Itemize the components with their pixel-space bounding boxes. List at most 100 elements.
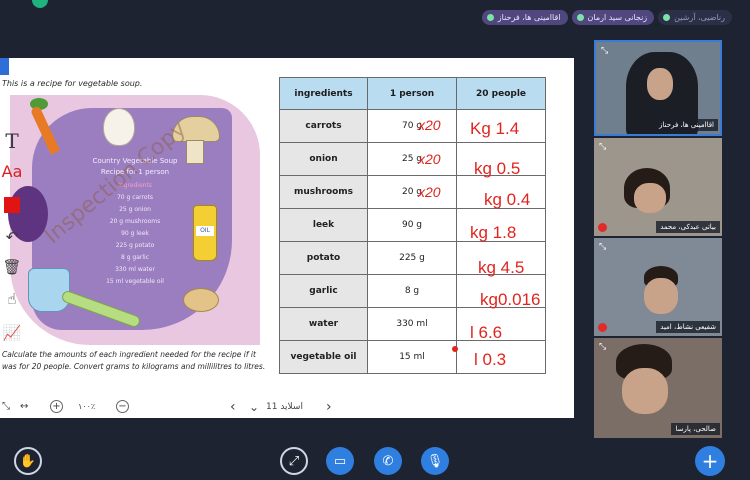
- zoom-level: ۱۰۰٪: [78, 402, 96, 411]
- ingredient-cell: leek: [279, 208, 368, 242]
- slide-dropdown-icon[interactable]: ⌄: [249, 398, 259, 416]
- ink-answer: kg0.016: [480, 290, 541, 309]
- participant-face: [644, 278, 678, 314]
- zoom-out-icon[interactable]: −: [116, 400, 129, 413]
- water-jug-illustration: [28, 268, 70, 312]
- participant-name: شفیعی نشاط، امید: [656, 321, 720, 333]
- red-color-swatch-icon: [4, 197, 20, 213]
- oil-bottle-label: OIL: [196, 226, 214, 236]
- video-tile[interactable]: ⤡ اقاامینی ها، فرحناز: [594, 40, 722, 136]
- participant-chip-name: اقاامینی ها، فرحناز: [497, 13, 561, 22]
- chart-icon[interactable]: 📈: [0, 320, 24, 346]
- slide-intro: This is a recipe for vegetable soup.: [2, 79, 143, 88]
- poster-line: 15 ml vegetable oil: [106, 278, 164, 285]
- participant-chip-name: زنجانی سید ارمان: [587, 13, 648, 22]
- undo-icon[interactable]: ↶: [0, 224, 24, 250]
- font-tool-icon[interactable]: Aa: [0, 158, 24, 184]
- participant-chip[interactable]: اقاامینی ها، فرحناز: [481, 10, 568, 25]
- previous-slide-button[interactable]: ‹: [230, 398, 236, 416]
- per-person-cell: 90 g: [367, 208, 457, 242]
- expand-video-icon[interactable]: ⤡: [599, 242, 609, 252]
- expand-video-icon[interactable]: ⤡: [601, 46, 611, 56]
- mic-off-icon: [598, 223, 607, 232]
- add-button[interactable]: +: [695, 446, 725, 476]
- ink-answer: kg 1.8: [470, 223, 517, 242]
- table-header-row: ingredients 1 person 20 people: [279, 77, 546, 110]
- ink-dot: [452, 346, 458, 352]
- video-tile[interactable]: ⤡ شفیعی نشاط، امید: [594, 238, 722, 336]
- table-header: ingredients: [279, 77, 368, 110]
- per-person-cell: 15 ml: [367, 340, 457, 374]
- phone-button[interactable]: ✆: [374, 447, 402, 475]
- potato-illustration: [183, 288, 219, 312]
- ingredient-cell: vegetable oil: [279, 340, 368, 374]
- ingredient-cell: garlic: [279, 274, 368, 308]
- poster-line: 8 g garlic: [120, 254, 150, 261]
- participant-name: صالحی، پارسا: [671, 423, 720, 435]
- expand-video-icon[interactable]: ⤡: [599, 342, 609, 352]
- text-tool-icon[interactable]: T: [0, 128, 24, 154]
- poster-line: 20 g mushrooms: [109, 218, 161, 225]
- expand-icon[interactable]: ⤡: [2, 398, 10, 416]
- slide-number-label[interactable]: اسلاید 11: [266, 398, 303, 416]
- video-tile[interactable]: ⤡ بیاتی عبدکی، محمد: [594, 138, 722, 236]
- screen-share-button[interactable]: ⤢: [280, 447, 308, 475]
- mic-icon: [663, 14, 671, 21]
- participant-face: [647, 68, 673, 100]
- trash-icon[interactable]: 🗑: [0, 254, 24, 280]
- app-window: اقاامینی ها، فرحناز زنجانی سید ارمان رنا…: [0, 0, 750, 480]
- status-dot: [32, 0, 48, 8]
- ingredient-cell: onion: [279, 142, 368, 176]
- ingredient-cell: mushrooms: [279, 175, 368, 209]
- per-person-cell: 70 g: [367, 109, 457, 143]
- pointer-hand-icon[interactable]: ☝: [0, 286, 24, 312]
- slide-side-tab[interactable]: [0, 58, 9, 75]
- per-person-cell: 20 g: [367, 175, 457, 209]
- participant-name: بیاتی عبدکی، محمد: [656, 221, 720, 233]
- participant-face: [634, 183, 666, 213]
- ink-multiplier: x20: [418, 117, 441, 133]
- ink-answer: kg 0.4: [484, 190, 531, 209]
- ink-answer: Kg 1.4: [470, 119, 520, 138]
- microphone-button[interactable]: 🎙: [421, 447, 449, 475]
- table-header: 20 people: [456, 77, 546, 110]
- table-header: 1 person: [367, 77, 457, 110]
- poster-line: 225 g potato: [115, 242, 155, 249]
- per-person-cell: 8 g: [367, 274, 457, 308]
- ingredient-cell: water: [279, 307, 368, 341]
- ingredient-cell: potato: [279, 241, 368, 275]
- camera-button[interactable]: ▭: [326, 447, 354, 475]
- video-tile[interactable]: ⤡ صالحی، پارسا: [594, 338, 722, 438]
- onion-illustration: [103, 108, 135, 146]
- next-slide-button[interactable]: ›: [326, 398, 332, 416]
- ink-answer: kg 0.5: [474, 159, 521, 178]
- per-person-cell: 25 g: [367, 142, 457, 176]
- raise-hand-button[interactable]: ✋: [14, 447, 42, 475]
- ink-multiplier: x20: [418, 151, 441, 167]
- ink-multiplier: x20: [418, 184, 441, 200]
- participant-face: [622, 368, 668, 414]
- ink-answer: l 0.3: [474, 350, 507, 369]
- poster-line: 330 ml water: [115, 266, 155, 273]
- task-instructions: Calculate the amounts of each ingredient…: [2, 350, 266, 371]
- color-picker-button[interactable]: [0, 192, 24, 218]
- per-person-cell: 225 g: [367, 241, 457, 275]
- mic-icon: [486, 14, 494, 21]
- ink-answer: l 6.6: [470, 323, 503, 342]
- top-bar: اقاامینی ها، فرحناز زنجانی سید ارمان رنا…: [0, 0, 750, 30]
- mic-icon: [576, 14, 584, 21]
- poster-line: 90 g leek: [121, 230, 149, 237]
- zoom-in-icon[interactable]: +: [50, 400, 63, 413]
- per-person-cell: 330 ml: [367, 307, 457, 341]
- expand-video-icon[interactable]: ⤡: [599, 142, 609, 152]
- ink-answer: kg 4.5: [478, 258, 525, 277]
- participant-chips: اقاامینی ها، فرحناز زنجانی سید ارمان رنا…: [481, 10, 732, 25]
- ingredient-cell: carrots: [279, 109, 368, 143]
- participant-chip[interactable]: زنجانی سید ارمان: [571, 10, 655, 25]
- participant-chip[interactable]: رناضیی، آرشین: [658, 10, 732, 25]
- participant-name: اقاامینی ها، فرحناز: [655, 119, 718, 131]
- fit-width-icon[interactable]: ↔: [20, 398, 28, 416]
- annotation-toolbar: T Aa ↶ 🗑 ☝ 📈: [0, 128, 26, 352]
- participant-chip-name: رناضیی، آرشین: [674, 13, 725, 22]
- mic-off-icon: [598, 323, 607, 332]
